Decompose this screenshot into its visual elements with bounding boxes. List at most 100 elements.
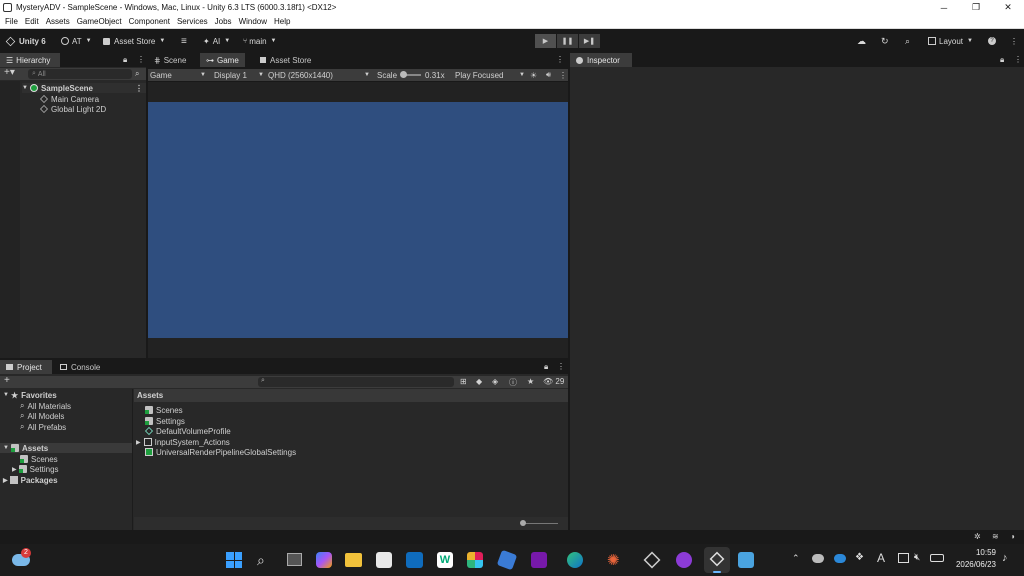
menu-jobs[interactable]: Jobs: [215, 17, 232, 26]
account-dropdown[interactable]: AT ▼: [61, 35, 92, 47]
ime-indicator[interactable]: A: [877, 551, 885, 565]
menu-gameobject[interactable]: GameObject: [77, 17, 122, 26]
chevron-up-icon[interactable]: ⌃: [792, 553, 800, 564]
assets-folder-item[interactable]: ▼ Assets: [0, 443, 132, 453]
godot-icon[interactable]: [738, 552, 754, 568]
menu-component[interactable]: Component: [129, 17, 170, 26]
dropbox-icon[interactable]: ❖: [855, 552, 864, 563]
tab-asset-store[interactable]: Asset Store: [254, 53, 317, 67]
store-icon[interactable]: [376, 552, 392, 568]
asset-folder-item[interactable]: Scenes: [20, 454, 58, 464]
scale-slider[interactable]: [400, 71, 422, 78]
notifications-bell-icon[interactable]: ♪: [1002, 552, 1008, 564]
asset-store-dropdown[interactable]: Asset Store ▼: [103, 35, 165, 47]
favorites-item[interactable]: ▼ ★ Favorites: [3, 390, 57, 400]
hidden-packages-toggle[interactable]: 👁︎ 29: [543, 377, 564, 386]
play-button[interactable]: ▶: [535, 34, 556, 48]
tab-hierarchy[interactable]: ☰ Hierarchy: [0, 53, 60, 67]
lock-icon[interactable]: 🔒︎: [544, 362, 548, 372]
start-button[interactable]: [226, 552, 242, 568]
pause-button[interactable]: ❚❚: [557, 34, 578, 48]
hierarchy-item[interactable]: Main Camera: [40, 94, 99, 104]
ai-dropdown[interactable]: ✦ AI ▼: [203, 35, 230, 47]
project-search-input[interactable]: ⌕: [258, 377, 454, 387]
unity-editor-taskbar-button[interactable]: [704, 547, 730, 573]
menu-services[interactable]: Services: [177, 17, 208, 26]
search-by-label-icon[interactable]: ◆: [476, 377, 482, 386]
tab-inspector[interactable]: Inspector: [570, 53, 632, 67]
layout-dropdown[interactable]: Layout ▼: [928, 35, 973, 47]
star-icon[interactable]: ★: [527, 377, 534, 386]
lock-icon[interactable]: 🔒︎: [123, 55, 127, 65]
tag-icon[interactable]: ◈: [492, 377, 498, 386]
tab-console[interactable]: Console: [54, 360, 106, 374]
progress-icon[interactable]: ◑: [1010, 532, 1015, 541]
asset-item[interactable]: DefaultVolumeProfile: [145, 426, 231, 436]
copilot-icon[interactable]: [316, 552, 332, 568]
help-icon[interactable]: ?: [988, 35, 996, 47]
more-menu-icon[interactable]: ⋮: [137, 55, 145, 64]
cache-icon[interactable]: ≋: [992, 532, 999, 541]
minimize-button[interactable]: ─: [928, 0, 960, 15]
more-menu-icon[interactable]: ⋮: [135, 84, 143, 93]
more-menu-icon[interactable]: ⋮: [559, 69, 567, 81]
history-icon[interactable]: ↻: [881, 35, 889, 47]
display-dropdown[interactable]: Display 1 ▼: [214, 69, 264, 81]
unity-account-button[interactable]: Unity 6: [5, 35, 46, 47]
step-button[interactable]: ▶❚: [579, 34, 600, 48]
unity-hub-icon[interactable]: [643, 551, 661, 569]
search-by-type-icon[interactable]: ⊞: [460, 377, 467, 386]
scale-control[interactable]: Scale 0.31x: [377, 69, 445, 81]
add-icon[interactable]: +▾: [4, 67, 15, 78]
more-menu-icon[interactable]: ⋮: [1010, 35, 1018, 47]
game-render-area[interactable]: [148, 102, 568, 338]
maximize-button[interactable]: ❐: [960, 0, 992, 15]
tab-scene[interactable]: ⋕ Scene: [148, 53, 192, 67]
network-icon[interactable]: [898, 553, 909, 563]
debug-icon[interactable]: ✲: [974, 532, 981, 541]
icon-size-slider-handle[interactable]: [520, 520, 526, 526]
favorite-item[interactable]: ⌕ All Prefabs: [20, 422, 66, 432]
search-icon[interactable]: ⌕: [257, 552, 265, 569]
tab-game[interactable]: ⊶ Game: [200, 53, 245, 67]
more-menu-icon[interactable]: ⋮: [556, 55, 564, 64]
outlook-icon[interactable]: [406, 552, 423, 568]
assets-breadcrumb[interactable]: Assets: [134, 389, 568, 402]
cloud-icon[interactable]: ☁: [857, 35, 866, 47]
icon-size-slider[interactable]: [520, 520, 558, 526]
clock-time[interactable]: 10:59: [950, 548, 996, 557]
search-icon[interactable]: ⌕: [905, 35, 910, 47]
task-view-icon[interactable]: [287, 553, 302, 566]
tab-project[interactable]: Project: [0, 360, 52, 374]
onedrive-personal-icon[interactable]: [812, 554, 824, 563]
asset-item[interactable]: Scenes: [145, 405, 183, 415]
play-mode-dropdown[interactable]: Play Focused ▼: [455, 69, 525, 81]
asset-folder-item[interactable]: ▶ Settings: [12, 464, 59, 474]
github-desktop-icon[interactable]: [676, 552, 692, 568]
favorite-item[interactable]: ⌕ All Models: [20, 411, 64, 421]
package-manager-icon[interactable]: ≡: [181, 35, 187, 47]
hierarchy-search-input[interactable]: ⌕ All: [28, 69, 132, 79]
visual-studio-icon[interactable]: [496, 549, 518, 571]
asset-item[interactable]: ▶ InputSystem_Actions: [136, 437, 230, 447]
scale-slider-handle[interactable]: [400, 71, 408, 78]
game-view-dropdown[interactable]: Game ▼: [150, 69, 208, 81]
battery-icon[interactable]: [930, 554, 944, 562]
favorite-item[interactable]: ⌕ All Materials: [20, 401, 71, 411]
file-explorer-icon[interactable]: [345, 553, 362, 567]
menu-help[interactable]: Help: [274, 17, 290, 26]
onenote-icon[interactable]: [531, 552, 547, 568]
packages-folder-item[interactable]: ▶ Packages: [3, 475, 58, 485]
claude-icon[interactable]: ✺: [607, 551, 620, 569]
info-icon[interactable]: ⓘ: [509, 377, 517, 388]
asset-item[interactable]: UniversalRenderPipelineGlobalSettings: [145, 447, 296, 457]
slack-icon[interactable]: [467, 552, 483, 568]
menu-assets[interactable]: Assets: [46, 17, 70, 26]
branch-dropdown[interactable]: ⑂ main ▼: [243, 35, 277, 47]
scene-item[interactable]: ▼ SampleScene ⋮: [22, 83, 146, 93]
more-menu-icon[interactable]: ⋮: [557, 362, 565, 371]
clock-date[interactable]: 2026/06/23: [950, 560, 996, 569]
more-menu-icon[interactable]: ⋮: [1014, 55, 1022, 64]
stats-icon[interactable]: ☀: [530, 69, 537, 81]
menu-window[interactable]: Window: [239, 17, 267, 26]
